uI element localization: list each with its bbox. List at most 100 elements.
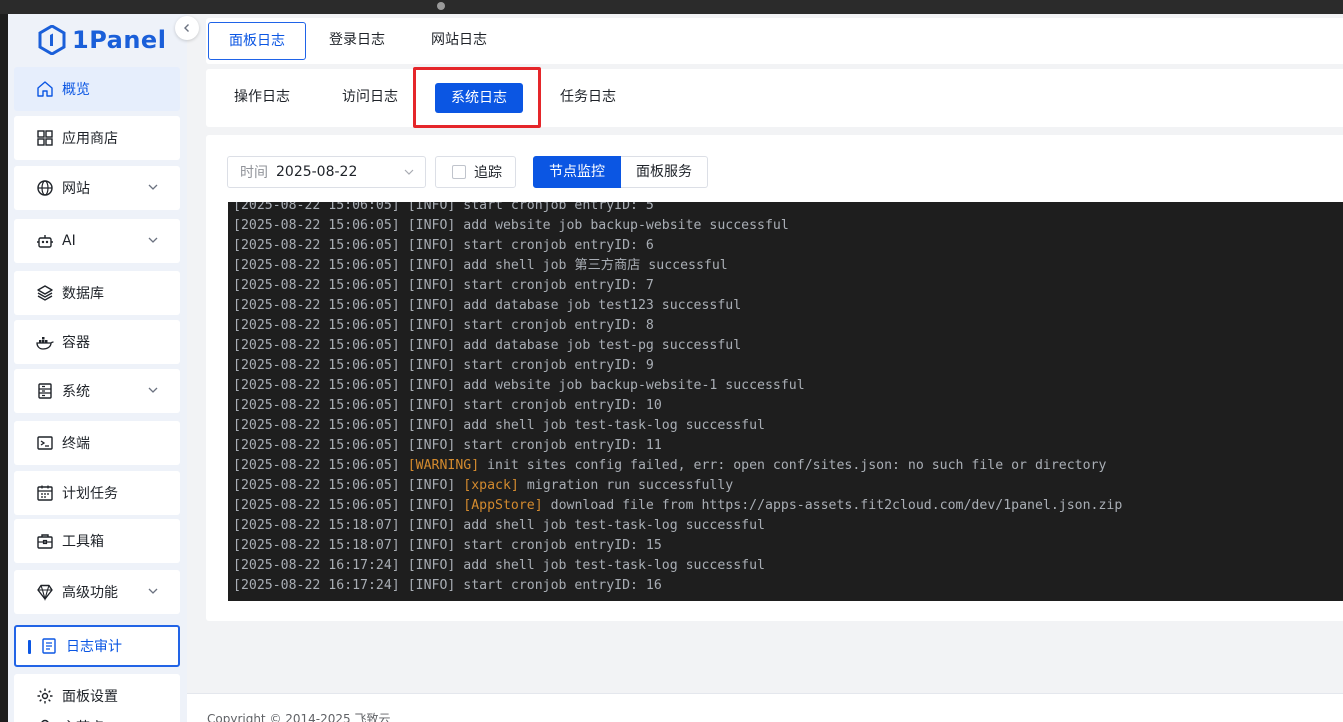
calendar-icon bbox=[36, 484, 54, 502]
log-message: add shell job test-task-log successful bbox=[463, 418, 765, 433]
log-timestamp: [2025-08-22 15:06:05] bbox=[233, 338, 400, 353]
sidebar-item-diamond[interactable]: 高级功能 bbox=[14, 570, 180, 614]
log-level: [INFO] bbox=[407, 278, 456, 293]
status-dot bbox=[437, 2, 445, 10]
log-line: [2025-08-22 15:06:05] [INFO] add website… bbox=[233, 376, 805, 396]
tab-website-log[interactable]: 网站日志 bbox=[418, 22, 500, 60]
sidebar-item-grid[interactable]: 应用商店 bbox=[14, 116, 180, 160]
log-message: start cronjob entryID: 16 bbox=[463, 578, 662, 593]
sidebar-item-home[interactable]: 概览 bbox=[14, 67, 180, 111]
log-subtabs: 操作日志 访问日志 系统日志 任务日志 bbox=[206, 69, 1343, 127]
subtab-task-log[interactable]: 任务日志 bbox=[560, 86, 616, 106]
segment-node-monitor[interactable]: 节点监控 bbox=[533, 156, 621, 188]
home-icon bbox=[36, 80, 54, 98]
chevron-down-icon bbox=[146, 180, 160, 194]
log-level: [INFO] bbox=[407, 418, 456, 433]
sidebar-item-docker[interactable]: 容器 bbox=[14, 320, 180, 364]
sidebar-item-label: 数据库 bbox=[62, 286, 104, 302]
sidebar-item-user[interactable]: 主节点 bbox=[14, 705, 180, 722]
sidebar-item-calendar[interactable]: 计划任务 bbox=[14, 471, 180, 515]
chevron-down-icon bbox=[146, 233, 160, 247]
log-category-tabs: 面板日志 登录日志 网站日志 bbox=[206, 18, 1343, 64]
log-timestamp: [2025-08-22 15:06:05] bbox=[233, 258, 400, 273]
log-level: [WARNING] bbox=[407, 458, 480, 473]
log-line: [2025-08-22 15:06:05] [INFO] start cronj… bbox=[233, 276, 654, 296]
robot-icon bbox=[36, 232, 54, 250]
user-icon bbox=[36, 718, 54, 722]
grid-icon bbox=[36, 129, 54, 147]
log-level: [INFO] bbox=[407, 438, 456, 453]
footer: Copyright © 2014-2025 飞致云 bbox=[187, 693, 1343, 722]
log-timestamp: [2025-08-22 15:06:05] bbox=[233, 202, 400, 213]
log-line: [2025-08-22 15:06:05] [INFO] start cronj… bbox=[233, 316, 654, 336]
sidebar-item-label: 日志审计 bbox=[66, 639, 122, 655]
segment-panel-service[interactable]: 面板服务 bbox=[621, 156, 708, 188]
sidebar-item-label: 终端 bbox=[62, 436, 90, 452]
log-line: [2025-08-22 15:18:07] [INFO] start cronj… bbox=[233, 536, 662, 556]
sidebar-item-toolbox[interactable]: 工具箱 bbox=[14, 519, 180, 563]
globe-icon bbox=[36, 179, 54, 197]
log-line: [2025-08-22 16:17:24] [INFO] start cronj… bbox=[233, 576, 662, 596]
log-line: [2025-08-22 15:06:05] [INFO] [xpack] mig… bbox=[233, 476, 733, 496]
log-line: [2025-08-22 15:06:05] [INFO] add shell j… bbox=[233, 256, 728, 276]
log-timestamp: [2025-08-22 15:06:05] bbox=[233, 238, 400, 253]
log-line: [2025-08-22 15:06:05] [INFO] start cronj… bbox=[233, 356, 654, 376]
log-timestamp: [2025-08-22 15:06:05] bbox=[233, 498, 400, 513]
sidebar-item-robot[interactable]: AI bbox=[14, 219, 180, 263]
sidebar-item-label: 计划任务 bbox=[62, 486, 118, 502]
log-timestamp: [2025-08-22 15:06:05] bbox=[233, 358, 400, 373]
checkbox-box[interactable] bbox=[452, 165, 466, 179]
toolbox-icon bbox=[36, 532, 54, 550]
log-level: [INFO] bbox=[407, 298, 456, 313]
log-line: [2025-08-22 15:06:05] [INFO] add databas… bbox=[233, 296, 741, 316]
log-line: [2025-08-22 15:06:05] [INFO] [AppStore] … bbox=[233, 496, 1122, 516]
log-message: start cronjob entryID: 6 bbox=[463, 238, 654, 253]
date-picker[interactable]: 时间 2025-08-22 bbox=[227, 156, 426, 188]
chevron-left-icon bbox=[184, 24, 189, 32]
sidebar-item-globe[interactable]: 网站 bbox=[14, 166, 180, 210]
log-timestamp: [2025-08-22 15:18:07] bbox=[233, 538, 400, 553]
log-icon bbox=[40, 637, 58, 655]
subtab-access-log[interactable]: 访问日志 bbox=[342, 86, 398, 106]
log-line: [2025-08-22 15:06:05] [INFO] start cronj… bbox=[233, 202, 654, 216]
log-terminal[interactable]: [2025-08-22 15:06:05] [INFO] start cronj… bbox=[228, 202, 1343, 601]
subtab-operation-log[interactable]: 操作日志 bbox=[234, 86, 290, 106]
log-message: add shell job test-task-log successful bbox=[463, 518, 765, 533]
log-line: [2025-08-22 15:06:05] [INFO] add website… bbox=[233, 216, 789, 236]
layers-icon bbox=[36, 284, 54, 302]
log-message: add website job backup-website-1 success… bbox=[463, 378, 805, 393]
log-line: [2025-08-22 15:06:05] [INFO] add shell j… bbox=[233, 416, 765, 436]
diamond-icon bbox=[36, 583, 54, 601]
track-label: 追踪 bbox=[474, 165, 502, 181]
track-checkbox[interactable]: 追踪 bbox=[435, 156, 516, 188]
log-level: [INFO] bbox=[407, 398, 456, 413]
docker-icon bbox=[36, 333, 54, 351]
log-line: [2025-08-22 15:06:05] [INFO] start cronj… bbox=[233, 436, 662, 456]
sidebar-item-label: 网站 bbox=[62, 181, 90, 197]
log-level: [INFO] bbox=[407, 558, 456, 573]
sidebar-item-terminal[interactable]: 终端 bbox=[14, 421, 180, 465]
brand[interactable]: 1Panel bbox=[38, 24, 166, 56]
sidebar-item-server[interactable]: 系统 bbox=[14, 369, 180, 413]
log-timestamp: [2025-08-22 15:06:05] bbox=[233, 438, 400, 453]
sidebar-edge bbox=[0, 14, 8, 722]
log-timestamp: [2025-08-22 15:06:05] bbox=[233, 458, 400, 473]
sidebar-item-log[interactable]: 日志审计 bbox=[14, 625, 180, 667]
sidebar-item-layers[interactable]: 数据库 bbox=[14, 271, 180, 315]
log-line: [2025-08-22 15:06:05] [WARNING] init sit… bbox=[233, 456, 1106, 476]
collapse-sidebar-button[interactable] bbox=[175, 16, 199, 40]
log-message: start cronjob entryID: 9 bbox=[463, 358, 654, 373]
subtab-system-log[interactable]: 系统日志 bbox=[435, 83, 523, 113]
log-message: download file from https://apps-assets.f… bbox=[550, 498, 1123, 513]
log-level: [INFO] bbox=[407, 378, 456, 393]
window-top-bar bbox=[0, 0, 1343, 14]
tab-login-log[interactable]: 登录日志 bbox=[316, 22, 398, 60]
log-timestamp: [2025-08-22 16:17:24] bbox=[233, 578, 400, 593]
log-line: [2025-08-22 15:06:05] [INFO] start cronj… bbox=[233, 396, 662, 416]
log-message: migration run successfully bbox=[526, 478, 734, 493]
sidebar-item-label: 应用商店 bbox=[62, 131, 118, 147]
date-picker-label: 时间 bbox=[240, 165, 268, 181]
sidebar-item-label: 面板设置 bbox=[62, 689, 118, 705]
tab-panel-log[interactable]: 面板日志 bbox=[208, 22, 306, 60]
settings-icon bbox=[36, 687, 54, 705]
